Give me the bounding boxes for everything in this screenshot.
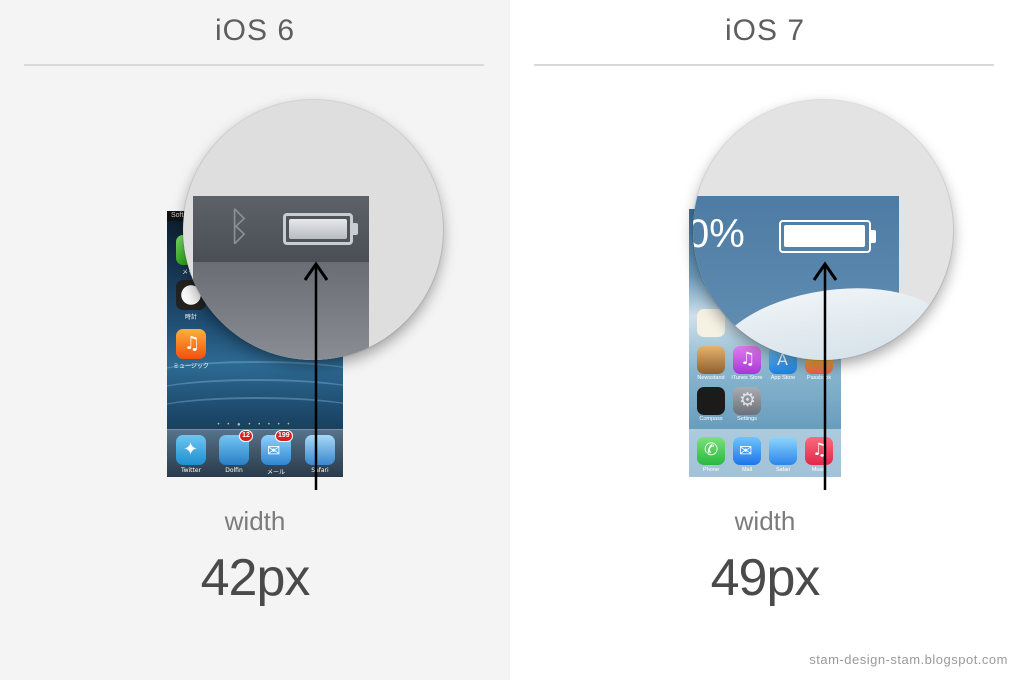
newsstand-app-label: Newsstand xyxy=(697,375,725,381)
battery-icon xyxy=(779,220,871,253)
phone-handset-icon: ✆ xyxy=(704,440,719,460)
itunes-store-app-label: iTunes Store xyxy=(731,375,763,381)
mail-app-icon[interactable]: ✉ xyxy=(733,437,761,465)
music-app-label: ミュージック xyxy=(173,363,209,370)
ios6-width-value: 42px xyxy=(200,549,311,607)
envelope-icon: ✉ xyxy=(267,441,281,460)
ios6-title: iOS 6 xyxy=(214,14,296,47)
dolphin-badge: 12 xyxy=(239,430,253,442)
mail-app-label: メール xyxy=(266,469,285,476)
settings-app-label: Settings xyxy=(737,416,757,422)
ios7-arrow-up-icon xyxy=(812,261,838,490)
app-store-app-label: App Store xyxy=(770,375,796,381)
battery-percent-text: 0% xyxy=(693,212,745,256)
settings-app-icon[interactable]: ⚙ xyxy=(733,387,761,415)
phone-app-label: Phone xyxy=(703,467,719,473)
safari-app-icon[interactable] xyxy=(769,437,797,465)
phone-app-icon[interactable]: ✆ xyxy=(697,437,725,465)
battery-tip xyxy=(353,223,358,235)
compass-app-label: Compass xyxy=(699,416,723,422)
battery-icon xyxy=(283,213,353,245)
dolphin-app-label: Dolfin xyxy=(225,467,243,474)
bird-icon: ✦ xyxy=(183,439,199,460)
ios6-divider xyxy=(24,64,484,66)
battery-fill xyxy=(784,225,865,247)
ios7-divider xyxy=(534,64,994,66)
mail-badge: 199 xyxy=(275,430,293,442)
ios6-width-label: width xyxy=(224,506,286,536)
safari-app-label: Safari xyxy=(775,467,791,473)
footer-credit: stam-design-stam.blogspot.com xyxy=(809,652,1008,667)
ios7-title: iOS 7 xyxy=(724,14,806,47)
battery-fill xyxy=(289,219,347,239)
bluetooth-icon: ᛒ xyxy=(227,204,251,250)
envelope-icon: ✉ xyxy=(739,441,753,460)
ios7-width-value: 49px xyxy=(710,549,821,607)
ios6-zoomed-wallpaper xyxy=(193,262,369,360)
twitter-app-icon[interactable]: ✦ xyxy=(176,435,206,465)
mail-app-label: Mail xyxy=(741,467,753,473)
ios6-arrow-up-icon xyxy=(303,261,329,490)
battery-tip xyxy=(871,230,876,243)
twitter-app-label: Twitter xyxy=(180,467,202,474)
gear-icon: ⚙ xyxy=(739,389,757,411)
ios7-width-label: width xyxy=(734,506,796,536)
compass-app-icon[interactable] xyxy=(697,387,725,415)
